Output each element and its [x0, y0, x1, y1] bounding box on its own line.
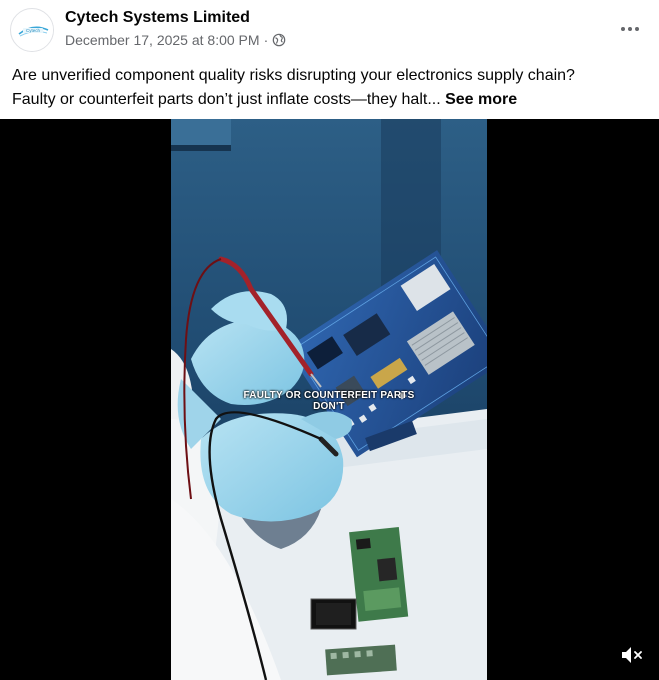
mute-toggle-button[interactable] [619, 642, 645, 668]
post-text-line1: Are unverified component quality risks d… [12, 67, 575, 84]
cytech-logo-icon: Cytech [12, 10, 53, 51]
meta-separator: · [263, 32, 269, 48]
video-player[interactable]: FAULTY OR COUNTERFEIT PARTS DON'T [0, 119, 659, 680]
speaker-muted-icon [622, 647, 642, 663]
post-date[interactable]: December 17, 2025 at 8:00 PM [65, 32, 260, 48]
post-meta: December 17, 2025 at 8:00 PM · [65, 32, 286, 48]
video-caption-line1: FAULTY OR COUNTERFEIT PARTS [243, 390, 415, 401]
see-more-link[interactable]: See more [445, 91, 517, 108]
more-options-icon [621, 27, 639, 31]
more-options-button[interactable] [615, 14, 645, 44]
author-name[interactable]: Cytech Systems Limited [65, 9, 250, 27]
video-caption-line2: DON'T [313, 401, 345, 412]
post-header: Cytech Cytech Systems Limited December 1… [0, 0, 659, 60]
globe-icon [272, 33, 286, 47]
video-caption: FAULTY OR COUNTERFEIT PARTS DON'T [171, 390, 487, 412]
post-message: Are unverified component quality risks d… [12, 64, 648, 112]
post-text-line2-body: Faulty or counterfeit parts don’t just i… [12, 91, 441, 108]
svg-text:Cytech: Cytech [26, 28, 41, 33]
post-text-line2: Faulty or counterfeit parts don’t just i… [12, 88, 648, 112]
page-avatar[interactable]: Cytech [10, 8, 54, 52]
